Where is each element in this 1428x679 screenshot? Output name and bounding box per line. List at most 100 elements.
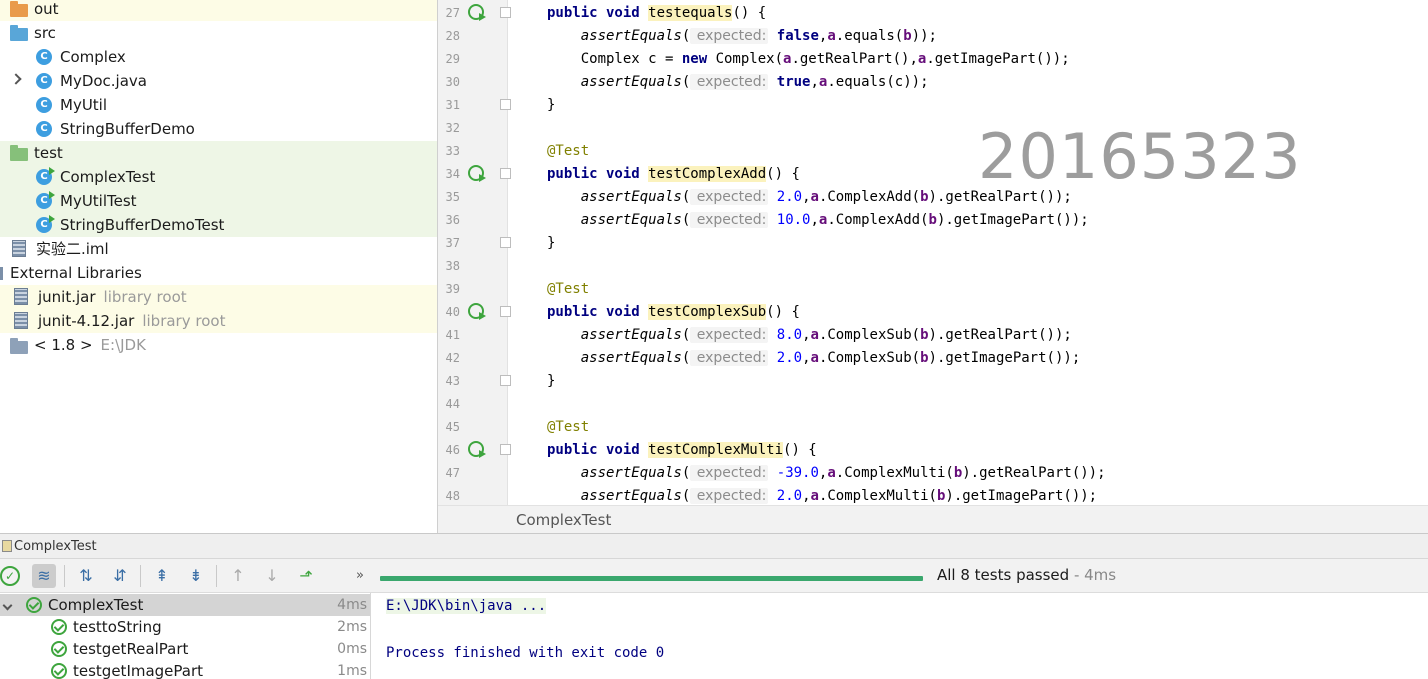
code-line[interactable]: assertEquals( expected: 8.0,a.ComplexSub… bbox=[547, 326, 1072, 344]
tree-item-iml[interactable]: 实验二.iml bbox=[0, 237, 437, 261]
tree-item-mydoc-java[interactable]: C MyDoc.java bbox=[0, 69, 437, 93]
code-line[interactable]: assertEquals( expected: true,a.equals(c)… bbox=[547, 73, 929, 91]
code-line[interactable]: assertEquals( expected: -39.0,a.ComplexM… bbox=[547, 464, 1106, 482]
code-line[interactable]: } bbox=[547, 372, 555, 390]
code-line[interactable]: @Test bbox=[547, 280, 589, 298]
ide-window: out src C Complex C MyDoc.java C MyUtil C StringB… bbox=[0, 0, 1428, 679]
tree-item-complex[interactable]: C Complex bbox=[0, 45, 437, 69]
code-token: b bbox=[920, 189, 929, 205]
tree-item-myutiltest[interactable]: C MyUtilTest bbox=[0, 189, 437, 213]
tree-item-external-libraries[interactable]: External Libraries bbox=[0, 261, 437, 285]
export-results-icon[interactable]: ⬏ bbox=[294, 564, 318, 588]
code-line[interactable]: public void testequals() { bbox=[547, 4, 766, 22]
tree-item-junit-jar[interactable]: junit.jar library root bbox=[0, 285, 437, 309]
code-token: b bbox=[920, 327, 929, 343]
code-line[interactable]: @Test bbox=[547, 142, 589, 160]
code-token: @Test bbox=[547, 143, 590, 159]
code-token: ).getRealPart()); bbox=[928, 327, 1072, 343]
java-class-icon: C bbox=[36, 73, 52, 89]
line-number: 47 bbox=[445, 466, 460, 480]
fold-marker-icon[interactable] bbox=[500, 375, 511, 386]
sort-alphabetically-icon[interactable]: ⇅ bbox=[74, 564, 98, 588]
test-passed-icon bbox=[51, 663, 67, 679]
tree-item-myutil[interactable]: C MyUtil bbox=[0, 93, 437, 117]
fold-marker-icon[interactable] bbox=[500, 99, 511, 110]
expand-arrow-icon[interactable] bbox=[10, 73, 22, 85]
code-token: public void bbox=[547, 5, 649, 21]
code-token: 2.0 bbox=[776, 488, 803, 504]
tree-item-label: StringBufferDemoTest bbox=[60, 216, 225, 234]
code-token: ).getImagePart()); bbox=[928, 350, 1081, 366]
project-tree[interactable]: out src C Complex C MyDoc.java C MyUtil C StringB… bbox=[0, 0, 437, 533]
run-test-icon[interactable] bbox=[468, 303, 486, 320]
tree-item-junit-4-12-jar[interactable]: junit-4.12.jar library root bbox=[0, 309, 437, 333]
code-line[interactable]: assertEquals( expected: 10.0,a.ComplexAd… bbox=[547, 211, 1089, 229]
show-passed-icon[interactable]: ✓ bbox=[0, 566, 20, 586]
tree-item-out[interactable]: out bbox=[0, 0, 437, 21]
collapse-arrow-icon[interactable] bbox=[2, 600, 13, 611]
tree-item-hint: library root bbox=[103, 288, 187, 306]
param-hint: expected: bbox=[690, 488, 769, 504]
fold-marker-icon[interactable] bbox=[500, 237, 511, 248]
test-result-row[interactable]: testgetRealPart 0ms bbox=[0, 638, 370, 660]
toolbar-divider bbox=[64, 565, 65, 587]
tree-item-src[interactable]: src bbox=[0, 21, 437, 45]
code-line[interactable]: @Test bbox=[547, 418, 589, 436]
test-result-row[interactable]: ComplexTest 4ms bbox=[0, 594, 370, 616]
code-line[interactable]: assertEquals( expected: 2.0,a.ComplexSub… bbox=[547, 349, 1080, 367]
expand-all-icon[interactable]: ⇞ bbox=[150, 564, 174, 588]
code-token: assertEquals bbox=[580, 74, 682, 90]
previous-failed-icon[interactable]: ↑ bbox=[226, 564, 250, 588]
code-token: .ComplexSub( bbox=[818, 327, 921, 343]
collapse-all-icon[interactable]: ⇟ bbox=[184, 564, 208, 588]
code-token: .equals( bbox=[835, 28, 904, 44]
fold-marker-icon[interactable] bbox=[500, 7, 511, 18]
java-class-icon: C bbox=[36, 215, 55, 233]
console-command-line[interactable]: E:\JDK\bin\java ... bbox=[386, 598, 547, 614]
code-token: @Test bbox=[547, 281, 590, 297]
code-token: , bbox=[802, 488, 811, 504]
code-token: .ComplexMulti( bbox=[835, 465, 954, 481]
code-line[interactable]: } bbox=[547, 96, 555, 114]
next-failed-icon[interactable]: ↓ bbox=[260, 564, 284, 588]
sort-by-duration-icon[interactable]: ⇵ bbox=[108, 564, 132, 588]
run-test-icon[interactable] bbox=[468, 4, 486, 21]
fold-marker-icon[interactable] bbox=[500, 306, 511, 317]
code-line[interactable]: } bbox=[547, 234, 555, 252]
tree-item-1-8[interactable]: < 1.8 > E:\JDK bbox=[0, 333, 437, 357]
console-output[interactable]: E:\JDK\bin\java ... Process finished wit… bbox=[372, 593, 1428, 679]
code-token: b bbox=[903, 28, 912, 44]
show-ignored-icon[interactable]: ≋ bbox=[32, 564, 56, 588]
tree-item-label: 实验二.iml bbox=[36, 240, 109, 258]
tree-item-stringbufferdemo[interactable]: C StringBufferDemo bbox=[0, 117, 437, 141]
test-result-row[interactable]: testtoString 2ms bbox=[0, 616, 370, 638]
run-tab-label[interactable]: ComplexTest bbox=[14, 539, 97, 554]
code-line[interactable]: assertEquals( expected: 2.0,a.ComplexMul… bbox=[547, 487, 1097, 505]
code-editor[interactable]: 27 28 29 30 31 32 33 34 35 36 37 38 39 40 41 42 43 44 45 46… bbox=[438, 0, 1428, 533]
test-result-row[interactable]: testgetImagePart 1ms bbox=[0, 660, 370, 679]
code-line[interactable]: public void testComplexMulti() { bbox=[547, 441, 817, 459]
run-test-icon[interactable] bbox=[468, 441, 486, 458]
code-line[interactable]: public void testComplexAdd() { bbox=[547, 165, 800, 183]
breadcrumb[interactable]: ComplexTest bbox=[438, 505, 1428, 533]
code-token: a bbox=[810, 488, 819, 504]
fold-marker-icon[interactable] bbox=[500, 168, 511, 179]
more-actions-icon[interactable]: » bbox=[348, 564, 372, 588]
fold-marker-icon[interactable] bbox=[500, 444, 511, 455]
test-results-tree[interactable]: ComplexTest 4ms testtoString 2ms testgetReal… bbox=[0, 593, 371, 679]
code-token: .equals(c)); bbox=[827, 74, 929, 90]
line-number: 48 bbox=[445, 489, 460, 503]
code-line[interactable]: Complex c = new Complex(a.getRealPart(),… bbox=[547, 50, 1070, 68]
tree-item-complextest[interactable]: C ComplexTest bbox=[0, 165, 437, 189]
tree-item-test[interactable]: test bbox=[0, 141, 437, 165]
code-line[interactable]: assertEquals( expected: false,a.equals(b… bbox=[547, 27, 937, 45]
tree-item-stringbufferdemotest[interactable]: C StringBufferDemoTest bbox=[0, 213, 437, 237]
tree-item-label: MyUtilTest bbox=[60, 192, 137, 210]
run-test-icon[interactable] bbox=[468, 165, 486, 182]
code-token: .ComplexAdd( bbox=[827, 212, 929, 228]
code-line[interactable]: public void testComplexSub() { bbox=[547, 303, 800, 321]
